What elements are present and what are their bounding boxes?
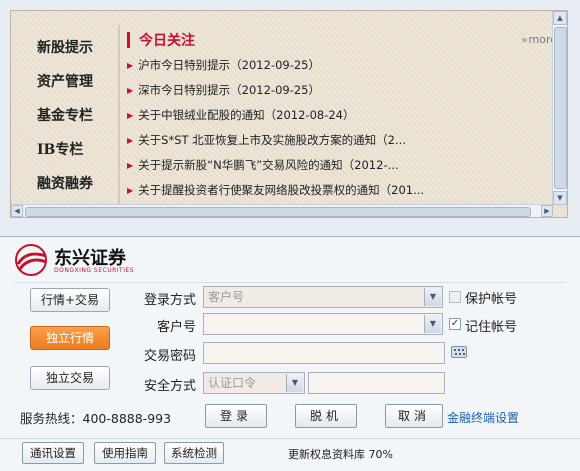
protect-account-checkbox[interactable] [449,291,461,303]
vertical-scroll-thumb[interactable] [554,27,567,189]
login-mode-value: 客户号 [208,290,245,304]
news-item[interactable]: ▶ 沪市今日特别提示（2012-09-25） [127,53,547,78]
news-item-text: 关于S*ST 北亚恢复上市及实施股改方案的通知（2... [138,133,406,147]
market-only-button[interactable]: 独立行情 [30,326,110,350]
chevron-right-icon[interactable]: ▶ [541,205,553,217]
news-item[interactable]: ▶ 关于提示新股“N华鹏飞”交易风险的通知（2012-... [127,153,547,178]
news-item-text: 深市今日特别提示（2012-09-25） [138,83,320,97]
system-check-button[interactable]: 系统检测 [164,442,224,464]
news-item-text: 关于中银绒业配股的通知（2012-08-24） [138,108,355,122]
comm-settings-button[interactable]: 通讯设置 [22,442,84,464]
vertical-scrollbar[interactable]: ▲ ▼ [552,11,567,205]
security-mode-value: 认证口令 [208,376,257,390]
menu-item-new-stock[interactable]: 新股提示 [23,31,123,65]
login-mode-label: 登录方式 [143,293,196,308]
account-input[interactable]: ▼ [203,313,443,335]
info-panel: 新股提示 资产管理 基金专栏 IB专栏 融资融券 今日关注 ▶ 沪市今日特别提示（… [10,10,568,218]
logo-subtitle: DONGXING SECURITIES [54,267,135,274]
menu-item-asset-management[interactable]: 资产管理 [23,65,123,99]
login-button[interactable]: 登录 [205,404,267,428]
left-menu: 新股提示 资产管理 基金专栏 IB专栏 融资融券 [23,31,123,201]
login-mode-select[interactable]: 客户号 ▼ [203,286,443,308]
horizontal-scroll-thumb[interactable] [25,207,531,217]
news-item-text: 关于提醒投资者行使聚友网络股改投票权的通知（201... [138,183,425,197]
bullet-icon: ▶ [127,111,134,120]
trade-only-button[interactable]: 独立交易 [30,366,110,390]
check-icon: ✓ [450,318,460,329]
news-item-text: 关于提示新股“N华鹏飞”交易风险的通知（2012-... [138,158,399,172]
bullet-icon: ▶ [127,161,134,170]
security-mode-label: 安全方式 [143,379,196,394]
info-area: 新股提示 资产管理 基金专栏 IB专栏 融资融券 今日关注 ▶ 沪市今日特别提示（… [0,0,580,237]
protect-account-label: 保护帐号 [465,292,518,307]
cancel-button[interactable]: 取消 [385,404,443,428]
terminal-settings-link[interactable]: 金融终端设置 [447,409,519,426]
news-section: 今日关注 ▶ 沪市今日特别提示（2012-09-25） ▶ 深市今日特别提示（201… [127,29,547,203]
bullet-icon: ▶ [127,186,134,195]
company-logo: 东兴证券 DONGXING SECURITIES [14,244,144,278]
header-separator [14,282,566,283]
more-arrows-icon: » [521,35,527,46]
news-title: 今日关注 [127,29,547,53]
security-mode-select[interactable]: 认证口令 ▼ [203,372,305,394]
news-item-text: 沪市今日特别提示（2012-09-25） [138,58,320,72]
news-item[interactable]: ▶ 深市今日特别提示（2012-09-25） [127,78,547,103]
dropdown-arrow-icon[interactable]: ▼ [424,288,441,306]
password-label: 交易密码 [143,349,196,364]
remember-account-label: 记住帐号 [465,320,518,335]
security-code-input[interactable] [308,372,445,394]
horizontal-scrollbar[interactable]: ◀ ▶ [11,204,553,217]
chevron-up-icon[interactable]: ▲ [553,11,567,25]
update-status: 更新权息资料库 70% [288,448,393,461]
chevron-down-icon[interactable]: ▼ [553,191,567,205]
menu-item-margin-trading[interactable]: 融资融券 [23,167,123,201]
remember-account-checkbox[interactable]: ✓ [449,318,461,330]
bullet-icon: ▶ [127,86,134,95]
news-item[interactable]: ▶ 关于中银绒业配股的通知（2012-08-24） [127,103,547,128]
offline-button[interactable]: 脱机 [295,404,357,428]
bullet-icon: ▶ [127,61,134,70]
chevron-left-icon[interactable]: ◀ [11,205,23,217]
menu-divider [118,25,120,207]
logo-mark-icon [15,244,47,276]
keyboard-icon[interactable] [451,346,467,358]
dropdown-arrow-icon[interactable]: ▼ [424,315,441,333]
news-item[interactable]: ▶ 关于S*ST 北亚恢复上市及实施股改方案的通知（2... [127,128,547,153]
market-trade-button[interactable]: 行情+交易 [30,288,110,312]
service-hotline: 服务热线：400-8888-993 [20,411,172,426]
dropdown-arrow-icon[interactable]: ▼ [286,374,303,392]
user-guide-button[interactable]: 使用指南 [94,442,156,464]
news-item[interactable]: ▶ 关于提醒投资者行使聚友网络股改投票权的通知（201... [127,178,547,203]
menu-item-fund-column[interactable]: 基金专栏 [23,99,123,133]
password-input[interactable] [203,342,445,364]
bullet-icon: ▶ [127,136,134,145]
account-label: 客户号 [156,320,196,335]
menu-item-ib-column[interactable]: IB专栏 [23,133,123,167]
